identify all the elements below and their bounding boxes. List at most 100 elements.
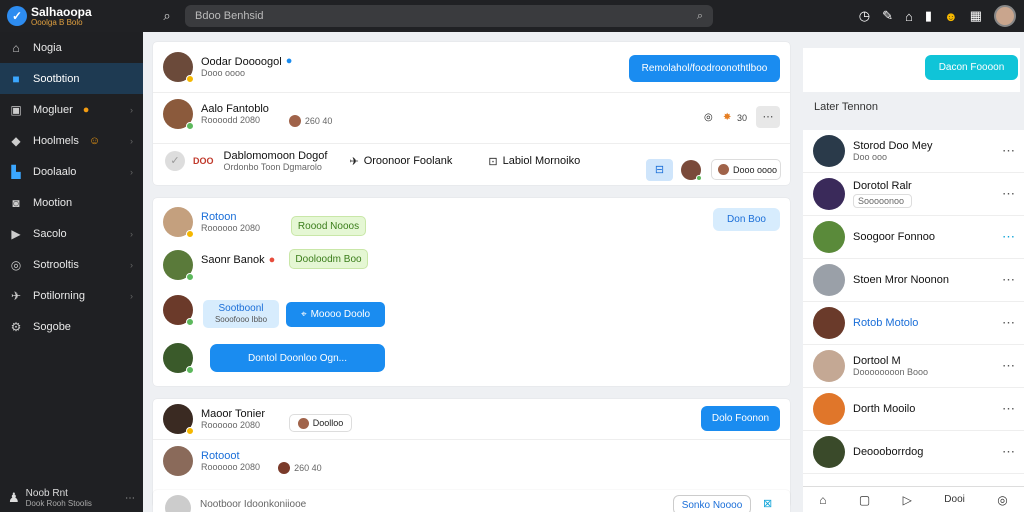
clock-icon[interactable]: ◷ xyxy=(859,8,870,24)
reaction-icon[interactable]: ◎ xyxy=(704,112,713,123)
comment-pill-3a[interactable]: Sootboonl Sooofooo Ibbo xyxy=(203,300,279,328)
avatar[interactable] xyxy=(165,495,191,512)
grid-icon[interactable]: ▦ xyxy=(970,8,982,24)
list-item[interactable]: Soogoor Fonnoo ⋯ xyxy=(803,216,1024,259)
avatar[interactable] xyxy=(163,52,194,83)
avatar[interactable] xyxy=(163,207,194,238)
check-circle-icon[interactable]: ✓ xyxy=(165,151,185,171)
search-submit-icon[interactable]: ⌕ xyxy=(697,10,703,23)
sidebar-item-8[interactable]: ✈ Potilorning › xyxy=(0,280,143,311)
chevron-right-icon: › xyxy=(130,290,133,301)
more-icon[interactable]: ⋯ xyxy=(1002,229,1016,245)
more-icon[interactable]: ⋯ xyxy=(1002,272,1016,288)
card3-pill[interactable]: Doolloo xyxy=(289,414,352,432)
sidebar-item-5[interactable]: ◙ Mootion xyxy=(0,187,143,218)
avatar[interactable] xyxy=(681,160,702,181)
comment-pill-1[interactable]: Roood Nooos xyxy=(291,216,366,236)
bookmark-icon[interactable]: ⊡ xyxy=(488,155,497,168)
list-item[interactable]: Stoen Mror Noonon ⋯ xyxy=(803,259,1024,302)
comment-row-4 xyxy=(163,343,194,374)
action-mid-link[interactable]: Oroonoor Foolank xyxy=(364,155,453,167)
inbox-icon[interactable]: ▢ xyxy=(859,493,870,507)
header-name: Oodar Doooogol xyxy=(201,56,282,68)
right-panel: Dacon Foooon Later Tennon Storod Doo Mey… xyxy=(803,32,1024,512)
comment-pill-3b[interactable]: ⌖ Moooo Doolo xyxy=(286,302,385,327)
play-icon[interactable]: ▷ xyxy=(903,493,912,507)
chevron-right-icon: › xyxy=(130,104,133,115)
sidebar-item-9[interactable]: ⚙ Sogobe xyxy=(0,311,143,342)
avatar-small xyxy=(297,417,309,429)
sidebar-item-4[interactable]: ▙ Doolaalo › xyxy=(0,156,143,187)
profile-avatar[interactable] xyxy=(994,5,1016,27)
more-icon[interactable]: ⋯ xyxy=(1002,143,1016,159)
info-icon[interactable]: ◎ xyxy=(997,493,1007,507)
card3-button[interactable]: Dolo Foonon xyxy=(701,406,780,431)
card3-name-2: Rotooot xyxy=(201,450,240,462)
share-button[interactable]: ⊟ xyxy=(646,159,673,181)
edit-icon[interactable]: ✎ xyxy=(882,8,893,24)
comment-pill-2[interactable]: Dooloodm Boo xyxy=(289,249,368,269)
post-count: 30 xyxy=(737,113,748,123)
list-item[interactable]: Dorotol Ralr Sooooonoo ⋯ xyxy=(803,173,1024,216)
right-header-button[interactable]: Dacon Foooon xyxy=(925,55,1018,80)
more-icon[interactable]: ⋯ xyxy=(1002,401,1016,417)
contact-sub: Sooooonoo xyxy=(853,194,912,208)
list-item[interactable]: Dorth Mooilo ⋯ xyxy=(803,388,1024,431)
reply-input[interactable]: Dontol Doonloo Ogn... xyxy=(210,344,385,372)
avatar[interactable] xyxy=(163,404,194,435)
list-item[interactable]: Rotob Motolo ⋯ xyxy=(803,302,1024,345)
sidebar-item-1[interactable]: ■ Sootbtion xyxy=(0,63,143,94)
home-icon[interactable]: ⌂ xyxy=(905,9,913,24)
sidebar-footer[interactable]: ♟ Noob Rnt Dook Rooh Stoolis ⋯ xyxy=(8,488,135,508)
card4-title: Nootboor Idoonkoniiooe xyxy=(200,499,307,510)
action-pill[interactable]: Dooo oooo xyxy=(711,159,781,180)
action-sub: Ordonbo Toon Dgmarolo xyxy=(223,162,322,172)
brand[interactable]: ✓ Salhaoopa Ooolga B Bolo xyxy=(0,6,145,27)
more-options-button[interactable]: ⋯ xyxy=(756,106,780,128)
search-input[interactable]: Bdoo Benhsid ⌕ xyxy=(185,5,713,27)
post-card-1: Oodar Doooogol Dooo oooo ● Remolahol/foo… xyxy=(153,42,790,185)
sidebar-item-6[interactable]: ▶ Sacolo › xyxy=(0,218,143,249)
tag-icon: ◆ xyxy=(11,133,21,148)
header-action-button[interactable]: Remolahol/foodroonothtlboo xyxy=(629,55,780,82)
card-header: Oodar Doooogol Dooo oooo ● xyxy=(163,52,293,83)
home-icon[interactable]: ⌂ xyxy=(819,493,826,507)
avatar[interactable] xyxy=(163,343,194,374)
emoji-icon[interactable]: ☻ xyxy=(944,9,958,24)
action-right-link[interactable]: Labiol Mornoiko xyxy=(503,155,581,167)
brand-title: Salhaoopa xyxy=(31,4,92,19)
app-logo-icon: ✓ xyxy=(7,6,27,26)
list-item[interactable]: Storod Doo Mey Doo ooo ⋯ xyxy=(803,130,1024,173)
bell-icon[interactable]: ▮ xyxy=(925,8,932,24)
card4-button[interactable]: Sonko Noooo xyxy=(673,495,751,512)
more-icon[interactable]: ⋯ xyxy=(1002,186,1016,202)
sidebar-item-2[interactable]: ▣ Mogluer ● › xyxy=(0,94,143,125)
camera-icon: ◙ xyxy=(12,195,20,210)
list-item[interactable]: Deoooborrdog ⋯ xyxy=(803,431,1024,474)
more-icon[interactable]: ⋯ xyxy=(1002,444,1016,460)
comment-name-2: Saonr Banok xyxy=(201,254,265,266)
bottom-label[interactable]: Dooi xyxy=(944,494,965,505)
sidebar-item-7[interactable]: ◎ Sotrooltis › xyxy=(0,249,143,280)
comment-button[interactable]: Don Boo xyxy=(713,208,780,231)
more-icon[interactable]: ⋯ xyxy=(1002,358,1016,374)
post-meta: 260 40 xyxy=(304,116,333,126)
verified-icon: ● xyxy=(285,55,293,67)
sidebar-item-0[interactable]: ⌂ Nogia xyxy=(0,32,143,63)
avatar-small xyxy=(288,115,301,127)
avatar[interactable] xyxy=(163,250,194,281)
action-row: ✓ DOO Dablomomoon Dogof Ordonbo Toon Dgm… xyxy=(165,150,580,172)
avatar[interactable] xyxy=(163,99,194,130)
search-icon[interactable]: ⌕ xyxy=(155,8,179,24)
avatar[interactable] xyxy=(163,295,194,326)
share-icon[interactable]: ⊠ xyxy=(763,497,772,510)
sidebar-item-label: Potilorning xyxy=(33,289,85,302)
send-icon[interactable]: ✈ xyxy=(349,155,358,168)
more-icon[interactable]: ⋯ xyxy=(125,493,135,504)
more-icon[interactable]: ⋯ xyxy=(1002,315,1016,331)
avatar[interactable] xyxy=(163,446,193,476)
sidebar-item-3[interactable]: ◆ Hoolmels ☺ › xyxy=(0,125,143,156)
list-item[interactable]: Dortool M Doooooooon Booo ⋯ xyxy=(803,345,1024,388)
sidebar-item-label: Doolaalo xyxy=(33,165,77,178)
chevron-right-icon: › xyxy=(130,166,133,177)
